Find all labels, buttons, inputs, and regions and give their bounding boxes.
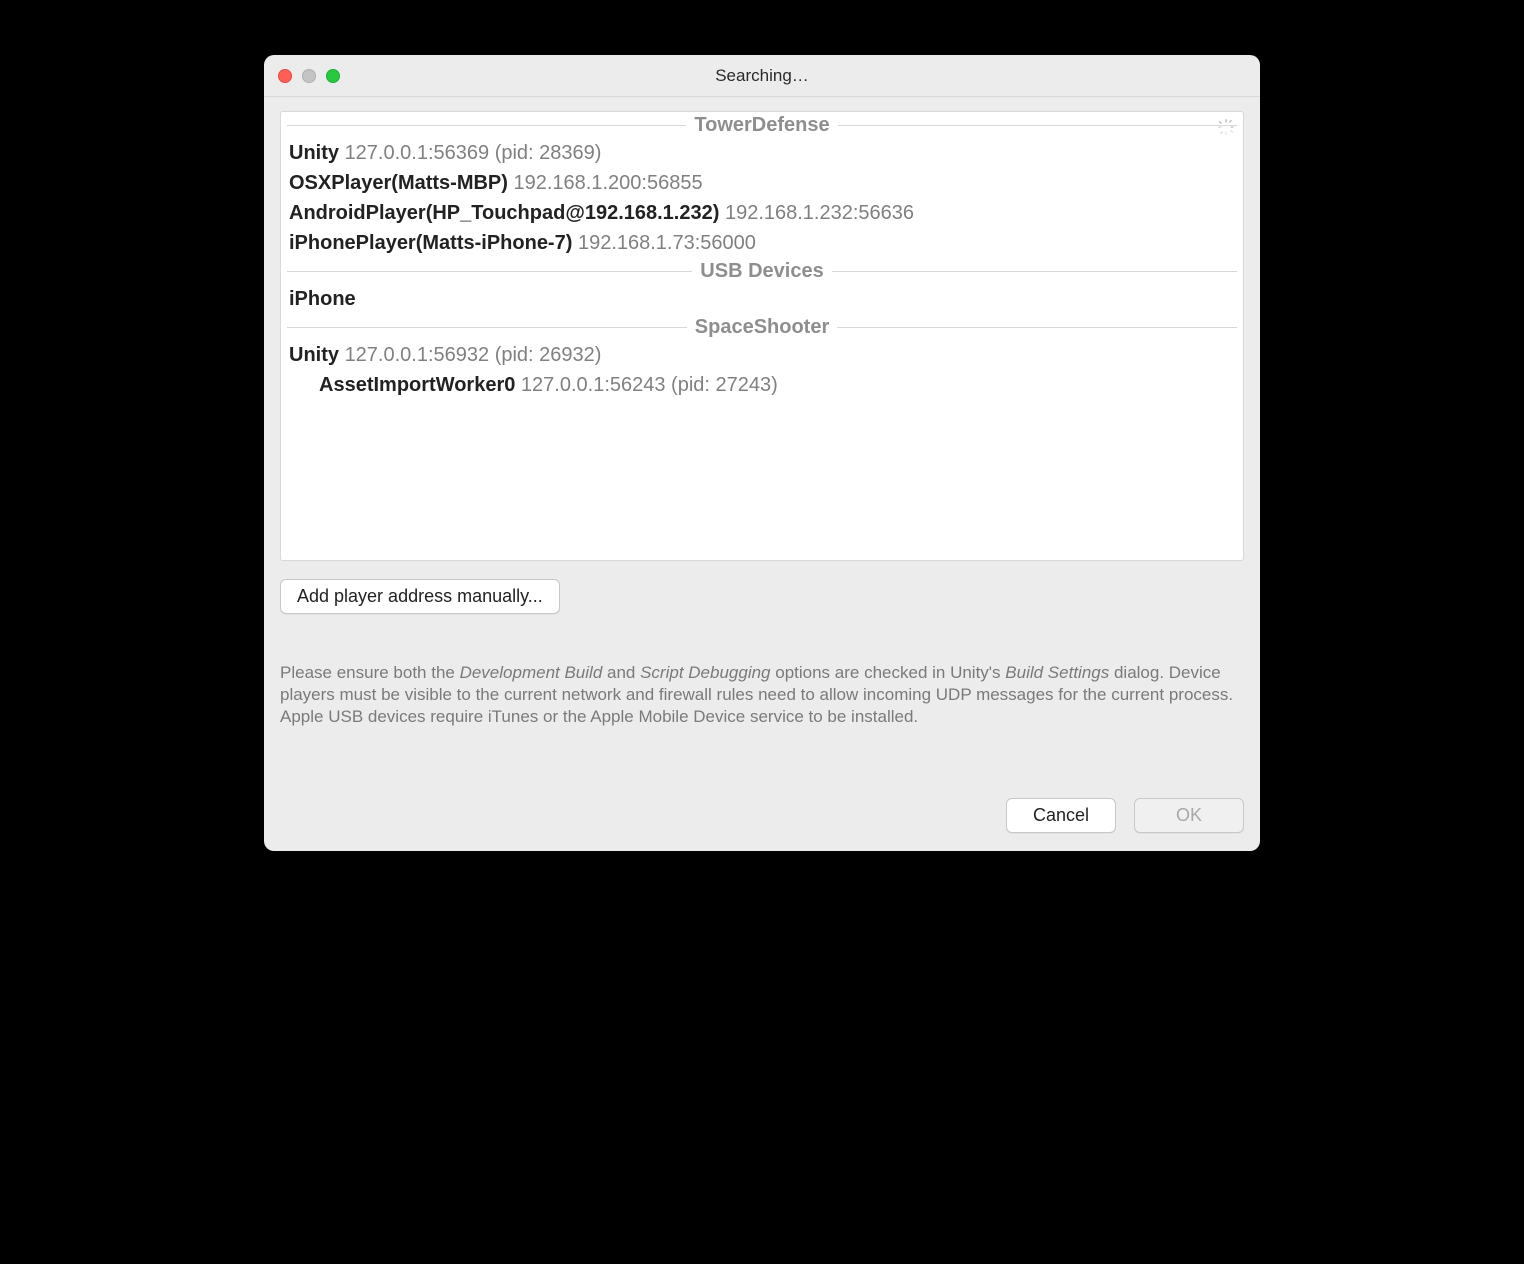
player-address: 192.168.1.232:56636 xyxy=(725,202,914,224)
player-address: 192.168.1.200:56855 xyxy=(514,172,703,194)
traffic-lights xyxy=(264,69,340,83)
help-text-part: options are checked in Unity's xyxy=(771,663,1006,682)
titlebar: Searching… xyxy=(264,55,1260,97)
help-text: Please ensure both the Development Build… xyxy=(280,662,1244,728)
player-name: iPhone xyxy=(289,288,356,310)
section-header: TowerDefense xyxy=(281,112,1243,138)
player-name: AssetImportWorker0 xyxy=(319,374,515,396)
player-row[interactable]: AndroidPlayer(HP_Touchpad@192.168.1.232)… xyxy=(281,198,1243,228)
add-manual-button[interactable]: Add player address manually... xyxy=(280,579,560,614)
player-row[interactable]: iPhonePlayer(Matts-iPhone-7) 192.168.1.7… xyxy=(281,228,1243,258)
section-header: SpaceShooter xyxy=(281,314,1243,340)
section-label: TowerDefense xyxy=(686,114,837,137)
dialog-content: TowerDefenseUnity 127.0.0.1:56369 (pid: … xyxy=(264,97,1260,851)
player-name: OSXPlayer(Matts-MBP) xyxy=(289,172,508,194)
below-list: Add player address manually... xyxy=(280,579,1244,614)
zoom-icon[interactable] xyxy=(326,69,340,83)
section-header: USB Devices xyxy=(281,258,1243,284)
player-name: AndroidPlayer(HP_Touchpad@192.168.1.232) xyxy=(289,202,719,224)
help-text-part: and xyxy=(602,663,640,682)
close-icon[interactable] xyxy=(278,69,292,83)
player-name: Unity xyxy=(289,344,339,366)
help-text-italic: Build Settings xyxy=(1005,663,1109,682)
player-address: 127.0.0.1:56932 (pid: 26932) xyxy=(345,344,602,366)
divider xyxy=(287,125,686,126)
help-text-part: Please ensure both the xyxy=(280,663,460,682)
cancel-button[interactable]: Cancel xyxy=(1006,798,1116,833)
divider xyxy=(832,271,1237,272)
player-row[interactable]: AssetImportWorker0 127.0.0.1:56243 (pid:… xyxy=(281,370,1243,400)
player-name: iPhonePlayer(Matts-iPhone-7) xyxy=(289,232,572,254)
player-row[interactable]: iPhone xyxy=(281,284,1243,314)
spinner-icon xyxy=(1217,118,1235,136)
player-row[interactable]: Unity 127.0.0.1:56369 (pid: 28369) xyxy=(281,138,1243,168)
section-label: SpaceShooter xyxy=(687,316,837,339)
section-label: USB Devices xyxy=(692,260,831,283)
divider xyxy=(287,271,692,272)
minimize-icon xyxy=(302,69,316,83)
divider xyxy=(287,327,687,328)
player-row[interactable]: Unity 127.0.0.1:56932 (pid: 26932) xyxy=(281,340,1243,370)
player-address: 127.0.0.1:56369 (pid: 28369) xyxy=(345,142,602,164)
player-address: 127.0.0.1:56243 (pid: 27243) xyxy=(521,374,778,396)
player-list[interactable]: TowerDefenseUnity 127.0.0.1:56369 (pid: … xyxy=(280,111,1244,561)
divider xyxy=(837,327,1237,328)
divider xyxy=(838,125,1237,126)
ok-button: OK xyxy=(1134,798,1244,833)
help-text-italic: Development Build xyxy=(460,663,603,682)
player-row[interactable]: OSXPlayer(Matts-MBP) 192.168.1.200:56855 xyxy=(281,168,1243,198)
dialog-window: Searching… TowerDefenseU xyxy=(264,55,1260,851)
player-name: Unity xyxy=(289,142,339,164)
player-address: 192.168.1.73:56000 xyxy=(578,232,756,254)
dialog-footer: Cancel OK xyxy=(280,798,1244,833)
window-title: Searching… xyxy=(264,66,1260,86)
help-text-italic: Script Debugging xyxy=(640,663,770,682)
